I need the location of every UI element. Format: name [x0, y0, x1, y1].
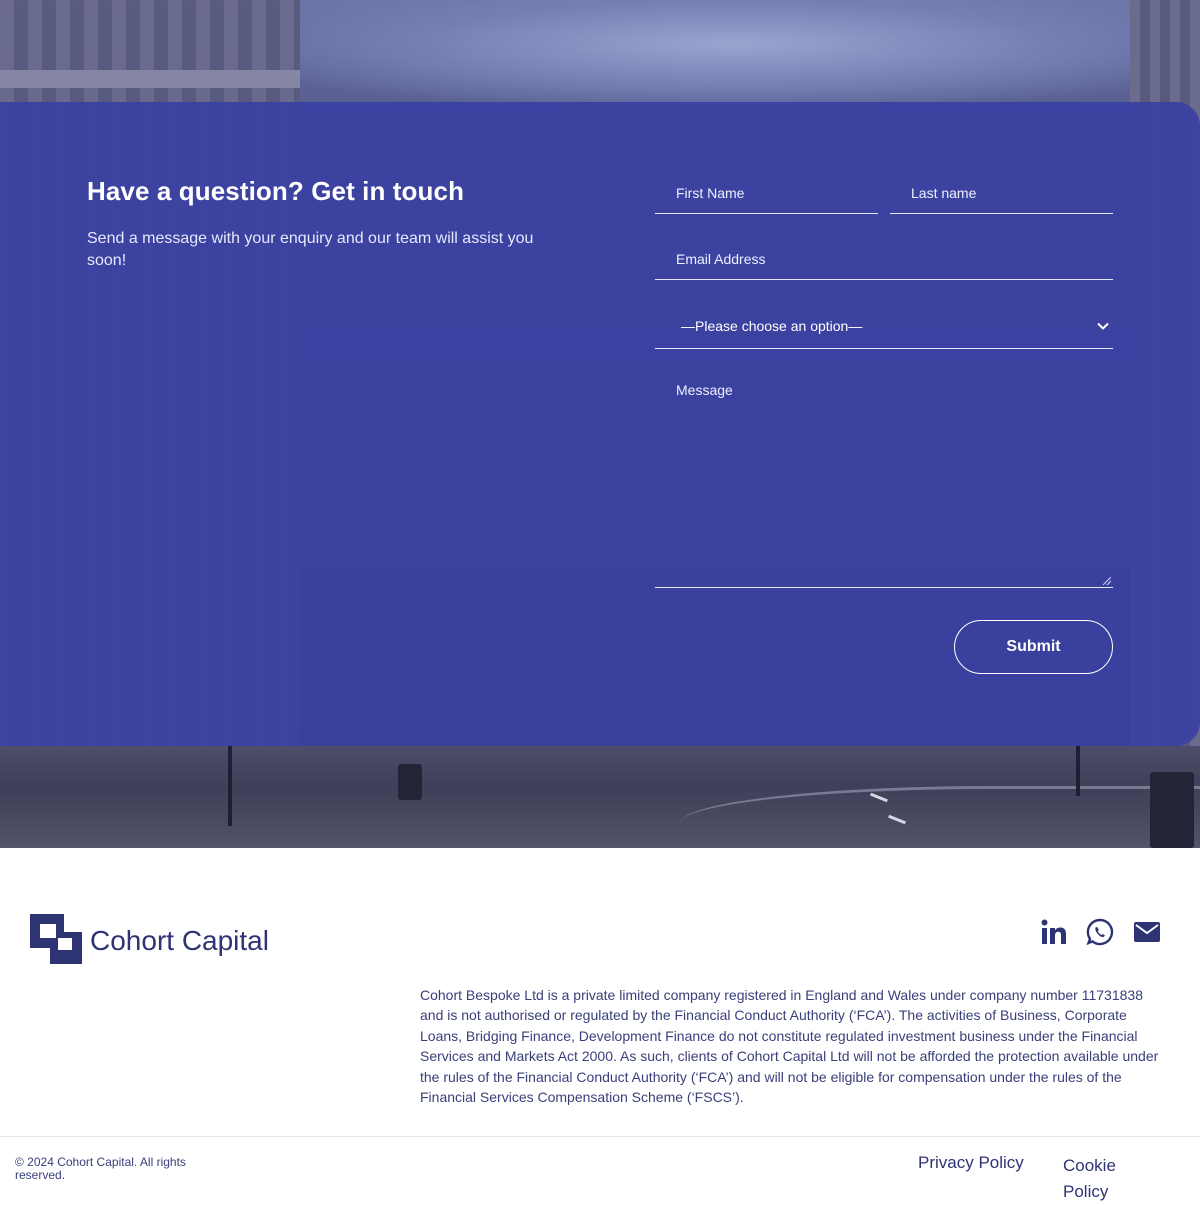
- linkedin-icon[interactable]: [1040, 918, 1068, 946]
- message-textarea[interactable]: [655, 372, 1113, 587]
- legal-disclaimer: Cohort Bespoke Ltd is a private limited …: [420, 987, 1159, 1106]
- enquiry-select-value: —Please choose an option—: [681, 318, 863, 334]
- first-name-field[interactable]: [655, 172, 878, 214]
- chevron-down-icon: [1097, 319, 1109, 334]
- logo-mark-icon: [30, 914, 84, 968]
- last-name-field[interactable]: [890, 172, 1113, 214]
- footer-divider: [0, 1136, 1200, 1137]
- cohort-capital-logo[interactable]: Cohort Capital: [30, 914, 290, 968]
- copyright: © 2024 Cohort Capital. All rights reserv…: [15, 1155, 186, 1182]
- footer: Cohort Capital Cohort Bespoke Ltd is a p…: [0, 848, 1200, 1201]
- whatsapp-icon[interactable]: [1086, 918, 1114, 946]
- contact-subtitle: Send a message with your enquiry and our…: [87, 230, 534, 269]
- contact-panel: Have a question? Get in touch Send a mes…: [0, 102, 1200, 746]
- sky: [240, 0, 1140, 110]
- submit-button[interactable]: Submit: [954, 620, 1113, 674]
- email-input[interactable]: [655, 238, 1113, 279]
- first-name-input[interactable]: [655, 172, 878, 213]
- contact-title: Have a question? Get in touch: [87, 176, 465, 206]
- enquiry-select[interactable]: —Please choose an option—: [655, 304, 1113, 349]
- last-name-input[interactable]: [890, 172, 1113, 213]
- cookie-policy-link[interactable]: Cookie Policy: [1063, 1153, 1143, 1205]
- brand-name: Cohort Capital: [90, 925, 269, 956]
- message-field[interactable]: [655, 372, 1113, 588]
- email-field[interactable]: [655, 238, 1113, 280]
- privacy-policy-link[interactable]: Privacy Policy: [918, 1153, 1024, 1173]
- street: [0, 746, 1200, 848]
- resize-handle-icon[interactable]: [1103, 577, 1111, 585]
- hero-background: Have a question? Get in touch Send a mes…: [0, 0, 1200, 848]
- mail-icon[interactable]: [1133, 918, 1161, 946]
